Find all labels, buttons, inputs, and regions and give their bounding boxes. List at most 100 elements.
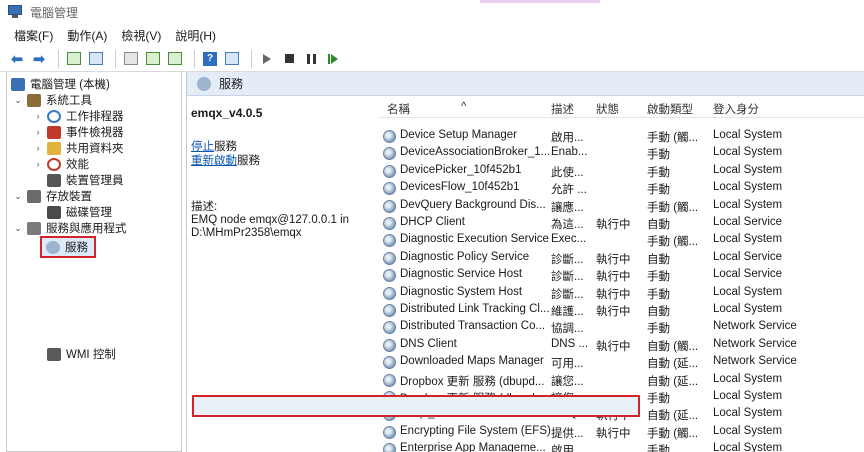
export-list-icon[interactable] <box>166 50 184 68</box>
show-hide-console-tree-icon[interactable] <box>87 50 105 68</box>
restart-service-link[interactable]: 重新啟動 <box>191 155 237 167</box>
tree-item-disk-management[interactable]: 磁碟管理 <box>47 204 112 220</box>
chevron-right-icon[interactable]: › <box>33 127 43 137</box>
sort-ascending-icon: ^ <box>461 101 467 113</box>
tree-item-device-manager[interactable]: 裝置管理員 <box>47 172 124 188</box>
cell-status: 執行中 <box>596 219 631 231</box>
tree-label: 事件檢視器 <box>66 127 124 139</box>
stop-service-link[interactable]: 停止 <box>191 141 214 153</box>
pause-service-icon[interactable] <box>302 50 320 68</box>
cell-description: 維護... <box>551 306 584 318</box>
table-row[interactable]: Downloaded Maps Manager 可用... 自動 (延... Netw… <box>379 354 864 371</box>
window-title: 電腦管理 <box>30 5 79 20</box>
table-row[interactable]: DeviceAssociationBroker_1... Enab... 手動 Loc… <box>379 145 864 162</box>
service-gear-icon <box>383 217 396 230</box>
chevron-down-icon[interactable]: ⌄ <box>13 95 23 106</box>
stop-suffix: 服務 <box>214 141 237 153</box>
table-row[interactable]: Enterprise App Manageme... 啟用... 手動 Local S… <box>379 441 864 452</box>
table-row[interactable]: Encrypting File System (EFS) 提供... 執行中 手動 (… <box>379 424 864 441</box>
cell-startup-type: 自動 (觸... <box>647 340 699 353</box>
chevron-down-icon[interactable]: ⌄ <box>13 223 23 234</box>
service-gear-icon <box>383 251 396 265</box>
stop-service-icon[interactable] <box>280 50 298 68</box>
cell-name: DevQuery Background Dis... <box>400 198 546 211</box>
tree-label: WMI 控制 <box>66 349 116 361</box>
chevron-right-icon[interactable]: › <box>33 159 43 169</box>
start-service-icon[interactable] <box>258 50 276 68</box>
properties-icon[interactable] <box>122 50 140 68</box>
menu-view[interactable]: 檢視(V) <box>121 27 161 44</box>
menu-file[interactable]: 檔案(F) <box>14 27 53 44</box>
tree-item-wmi[interactable]: WMI 控制 <box>47 346 116 362</box>
column-header-name[interactable]: 名稱 <box>387 101 410 117</box>
tree-label: 工作排程器 <box>66 111 124 123</box>
chevron-right-icon[interactable]: › <box>33 143 43 153</box>
chevron-down-icon[interactable]: ⌄ <box>13 191 23 202</box>
tree-item-performance[interactable]: › 效能 <box>33 156 89 172</box>
cell-logon-as: Local System <box>713 181 783 194</box>
cell-name: Diagnostic Execution Service <box>400 233 549 246</box>
table-row[interactable]: Diagnostic System Host 診斷... 執行中 手動 Local Sy… <box>379 285 864 302</box>
cell-description: 可用... <box>551 358 584 371</box>
up-folder-icon[interactable] <box>65 50 83 68</box>
menu-bar: 檔案(F) 動作(A) 檢視(V) 說明(H) <box>0 24 864 46</box>
show-action-pane-icon[interactable] <box>223 50 241 68</box>
tree-item-event-viewer[interactable]: › 事件檢視器 <box>33 124 124 140</box>
forward-arrow-icon[interactable]: ➡ <box>30 50 48 68</box>
tree-item-system-tools[interactable]: ⌄ 系統工具 <box>13 92 92 108</box>
tree-item-services-apps[interactable]: ⌄ 服務與應用程式 <box>13 220 127 236</box>
service-gear-icon <box>383 356 396 370</box>
resume-service-icon[interactable] <box>324 50 342 68</box>
cell-startup-type: 手動 <box>647 166 670 179</box>
cell-name: Diagnostic Service Host <box>400 268 523 281</box>
menu-help[interactable]: 說明(H) <box>175 27 216 44</box>
cell-startup-type: 手動 <box>647 288 670 301</box>
table-row[interactable]: Dropbox 更新 服務 (dbupd... 讓您... 自動 (延... Loca… <box>379 372 864 389</box>
cell-logon-as: Local System <box>713 198 783 211</box>
cell-logon-as: Local System <box>713 407 783 420</box>
help-icon[interactable]: ? <box>201 50 219 68</box>
column-header-description[interactable]: 描述 <box>551 101 574 117</box>
cell-startup-type: 自動 (延... <box>647 358 699 371</box>
back-arrow-icon[interactable]: ⬅ <box>8 50 26 68</box>
tree-item-root[interactable]: 電腦管理 (本機) <box>11 76 110 92</box>
tree-item-shared-folders[interactable]: › 共用資料夾 <box>33 140 124 156</box>
table-row[interactable]: Distributed Transaction Co... 協調... 手動 Netw… <box>379 319 864 336</box>
cell-status: 執行中 <box>596 253 631 266</box>
table-row[interactable]: DevicePicker_10f452b1 此使... 手動 Local System <box>379 163 864 180</box>
table-row[interactable]: Diagnostic Service Host 診斷... 執行中 手動 Local S… <box>379 267 864 284</box>
cell-status: 執行中 <box>596 271 631 284</box>
table-row[interactable]: Device Setup Manager 啟用... 手動 (觸... Local S… <box>379 128 864 145</box>
tree-label: 效能 <box>66 159 89 171</box>
column-header-status[interactable]: 狀態 <box>596 101 619 117</box>
table-row[interactable]: Distributed Link Tracking Cl... 維護... 執行中 自… <box>379 302 864 319</box>
table-row[interactable]: DHCP Client 為這... 執行中 自動 Local Service <box>379 215 864 232</box>
cell-description: 協調... <box>551 323 584 336</box>
cell-logon-as: Local Service <box>713 268 783 281</box>
table-row[interactable]: DNS Client DNS ... 執行中 自動 (觸... Network Serv… <box>379 337 864 354</box>
services-apps-icon <box>27 221 41 235</box>
tree-item-storage[interactable]: ⌄ 存放裝置 <box>13 188 92 204</box>
services-gear-icon <box>197 76 211 91</box>
menu-action[interactable]: 動作(A) <box>67 27 107 44</box>
table-row[interactable]: DevicesFlow_10f452b1 允許 ... 手動 Local System <box>379 180 864 197</box>
table-row[interactable]: Diagnostic Execution Service Exec... 手動 (觸… <box>379 232 864 249</box>
refresh-icon[interactable] <box>144 50 162 68</box>
table-row[interactable]: Diagnostic Policy Service 診斷... 執行中 自動 Local… <box>379 250 864 267</box>
column-header-logon[interactable]: 登入身分 <box>713 101 759 117</box>
cell-startup-type: 自動 <box>647 219 670 231</box>
cell-startup-type: 手動 <box>647 393 670 405</box>
cell-status: 執行中 <box>596 340 631 353</box>
tree-item-services[interactable]: 服務 <box>46 239 88 255</box>
tree-item-task-scheduler[interactable]: › 工作排程器 <box>33 108 124 124</box>
cell-startup-type: 手動 <box>647 445 670 452</box>
column-header-startup[interactable]: 啟動類型 <box>647 101 693 117</box>
chevron-right-icon[interactable]: › <box>33 111 43 121</box>
cell-startup-type: 手動 (觸... <box>647 132 699 144</box>
table-row[interactable]: DevQuery Background Dis... 讓應... 手動 (觸... L… <box>379 198 864 215</box>
shared-folder-icon <box>47 141 61 155</box>
cell-startup-type: 手動 <box>647 271 670 284</box>
cell-name: Diagnostic Policy Service <box>400 250 530 263</box>
tree-label: 共用資料夾 <box>66 143 124 155</box>
cell-logon-as: Local System <box>713 285 783 298</box>
